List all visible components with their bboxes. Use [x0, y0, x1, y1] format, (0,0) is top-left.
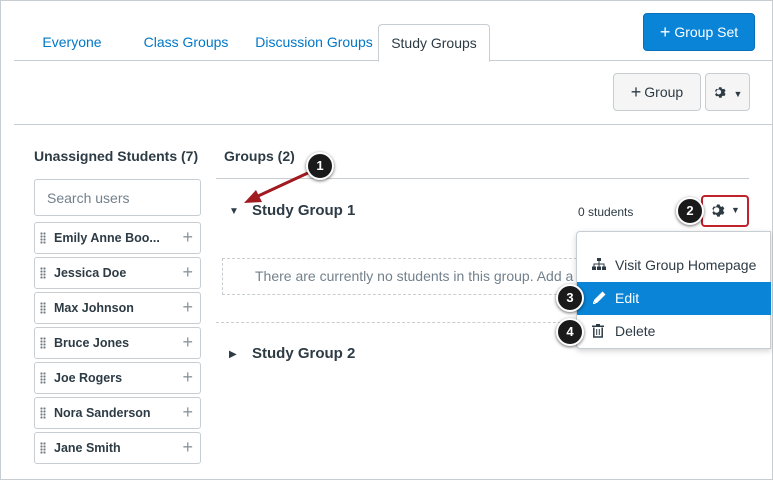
groups-title: Groups (2): [224, 148, 295, 164]
drag-handle-icon[interactable]: [40, 302, 46, 314]
callout-badge: 1: [306, 152, 334, 180]
menu-item-delete[interactable]: Delete: [577, 315, 771, 348]
empty-group-dropzone: There are currently no students in this …: [222, 258, 582, 295]
add-student-icon[interactable]: +: [182, 262, 193, 283]
student-name: Bruce Jones: [54, 336, 130, 350]
sitemap-icon: [592, 258, 606, 270]
menu-item-label: Visit Group Homepage: [615, 257, 757, 273]
add-student-icon[interactable]: +: [182, 402, 193, 423]
student-name: Emily Anne Boo...: [54, 231, 160, 245]
tab-everyone[interactable]: Everyone: [29, 24, 115, 61]
plus-icon: +: [630, 82, 642, 102]
drag-handle-icon[interactable]: [40, 442, 46, 454]
drag-handle-icon[interactable]: [40, 267, 46, 279]
group-set-label: Group Set: [674, 24, 739, 40]
group-actions-menu: Visit Group Homepage Edit Delete: [576, 231, 771, 349]
group-name[interactable]: Study Group 2: [252, 345, 355, 362]
callout-badge: 2: [676, 197, 704, 225]
student-item[interactable]: Nora Sanderson +: [34, 397, 201, 429]
menu-item-visit-homepage[interactable]: Visit Group Homepage: [577, 249, 771, 282]
group-label: Group: [644, 84, 684, 100]
drag-handle-icon[interactable]: [40, 407, 46, 419]
add-student-icon[interactable]: +: [182, 297, 193, 318]
student-item[interactable]: Bruce Jones +: [34, 327, 201, 359]
plus-icon: +: [659, 22, 671, 42]
student-name: Jessica Doe: [54, 266, 127, 280]
student-name: Nora Sanderson: [54, 406, 151, 420]
student-name: Jane Smith: [54, 441, 121, 455]
drag-handle-icon[interactable]: [40, 337, 46, 349]
add-group-set-button[interactable]: + Group Set: [643, 13, 755, 51]
student-item[interactable]: Jessica Doe +: [34, 257, 201, 289]
group-student-count: 0 students: [578, 205, 634, 219]
collapse-caret-icon[interactable]: ▼: [229, 206, 239, 217]
tab-study-groups[interactable]: Study Groups: [378, 24, 490, 62]
gear-icon: [714, 87, 726, 98]
add-student-icon[interactable]: +: [182, 227, 193, 248]
pencil-icon: [593, 291, 606, 304]
add-student-icon[interactable]: +: [182, 332, 193, 353]
expand-caret-icon[interactable]: ▶: [229, 349, 237, 360]
chevron-down-icon: ▼: [731, 205, 740, 215]
menu-item-label: Edit: [615, 290, 640, 306]
add-group-button[interactable]: + Group: [613, 73, 701, 111]
student-item[interactable]: Emily Anne Boo... +: [34, 222, 201, 254]
callout-badge: 4: [556, 318, 584, 346]
group-name[interactable]: Study Group 1: [252, 202, 355, 219]
gear-icon: [712, 204, 725, 217]
student-item[interactable]: Joe Rogers +: [34, 362, 201, 394]
add-student-icon[interactable]: +: [182, 367, 193, 388]
search-users-input[interactable]: [34, 179, 201, 216]
student-name: Joe Rogers: [54, 371, 123, 385]
menu-item-edit[interactable]: Edit: [577, 282, 771, 315]
group-set-settings-button[interactable]: ▼: [705, 73, 750, 111]
groups-divider: [216, 178, 749, 179]
chevron-down-icon: ▼: [733, 89, 743, 99]
menu-item-label: Delete: [615, 323, 656, 339]
toolbar-divider: [14, 124, 772, 125]
callout-badge: 3: [556, 284, 584, 312]
trash-icon: [592, 324, 604, 338]
group-divider: [216, 322, 576, 323]
drag-handle-icon[interactable]: [40, 232, 46, 244]
add-student-icon[interactable]: +: [182, 437, 193, 458]
unassigned-students-title: Unassigned Students (7): [34, 148, 199, 164]
group-settings-button[interactable]: ▼: [701, 195, 749, 227]
student-name: Max Johnson: [54, 301, 134, 315]
student-item[interactable]: Max Johnson +: [34, 292, 201, 324]
drag-handle-icon[interactable]: [40, 372, 46, 384]
student-item[interactable]: Jane Smith +: [34, 432, 201, 464]
tab-class-groups[interactable]: Class Groups: [124, 24, 248, 61]
tab-discussion-groups[interactable]: Discussion Groups: [236, 24, 392, 61]
